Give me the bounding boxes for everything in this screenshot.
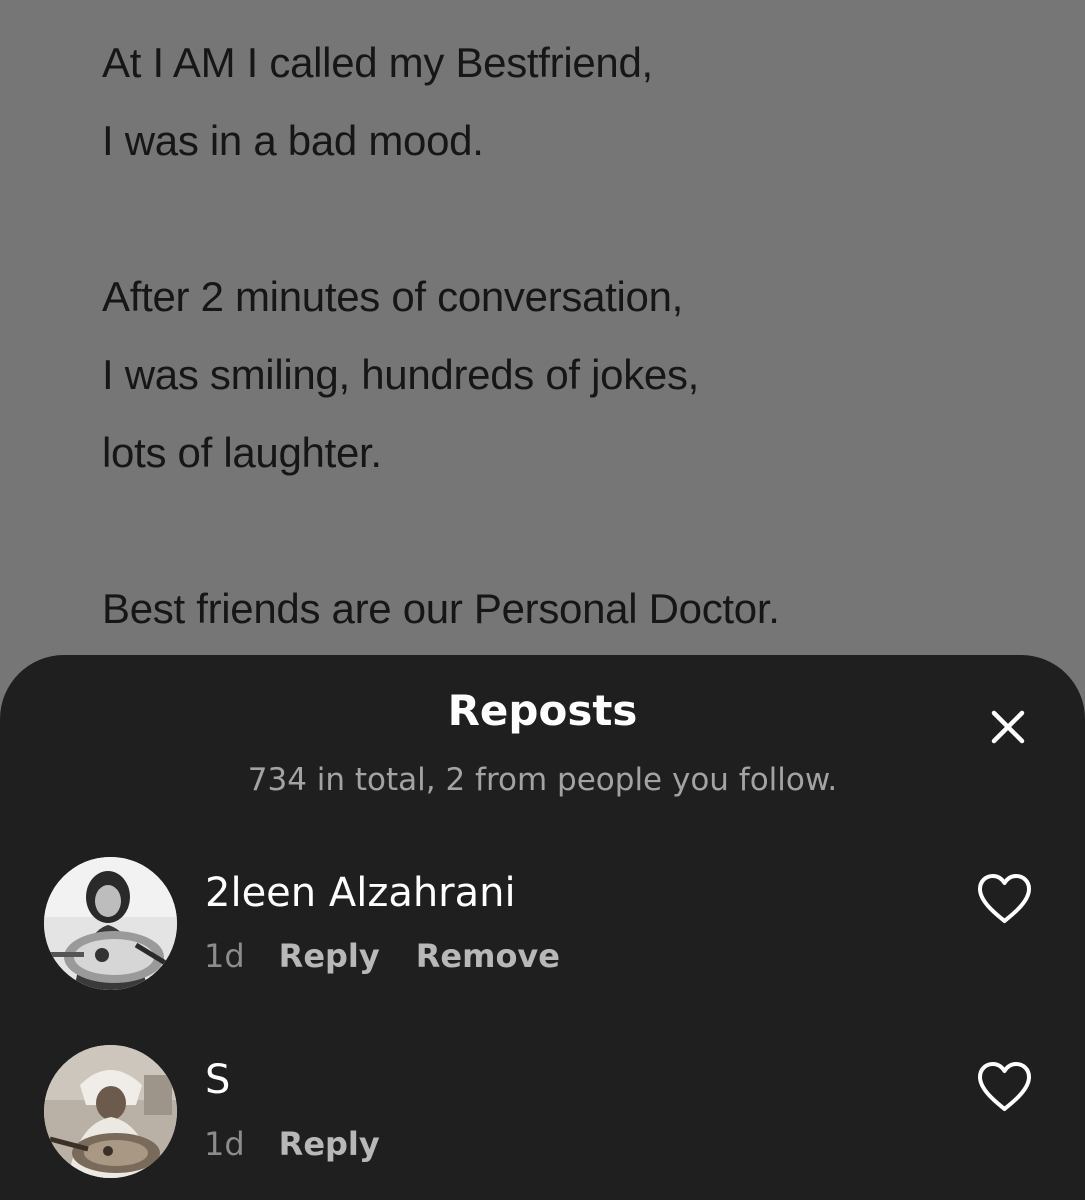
avatar[interactable] bbox=[44, 1045, 177, 1178]
sheet-title: Reposts bbox=[447, 686, 638, 735]
repost-user-name[interactable]: 2leen Alzahrani bbox=[205, 873, 516, 913]
like-button[interactable] bbox=[976, 1061, 1033, 1113]
post-text-line: Best friends are our Personal Doctor. bbox=[102, 585, 780, 632]
repost-meta: 1d Reply Remove bbox=[204, 940, 560, 972]
repost-user-name[interactable]: S bbox=[205, 1060, 230, 1100]
post-text-line: lots of laughter. bbox=[102, 429, 382, 476]
repost-time: 1d bbox=[204, 937, 245, 975]
repost-time: 1d bbox=[204, 1125, 245, 1163]
reply-button[interactable]: Reply bbox=[279, 1128, 380, 1160]
repost-meta: 1d Reply bbox=[204, 1128, 380, 1160]
post-text-line: At I AM I called my Bestfriend, bbox=[102, 39, 653, 86]
heart-outline-icon bbox=[978, 874, 1031, 923]
avatar[interactable] bbox=[44, 857, 177, 990]
post-text-line: I was in a bad mood. bbox=[102, 117, 484, 164]
avatar-photo bbox=[44, 857, 177, 990]
post-text-line: After 2 minutes of conversation, bbox=[102, 273, 684, 320]
close-icon bbox=[991, 710, 1025, 744]
heart-outline-icon bbox=[978, 1062, 1031, 1111]
avatar-photo bbox=[44, 1045, 177, 1178]
reply-button[interactable]: Reply bbox=[279, 940, 380, 972]
post-text-line: I was smiling, hundreds of jokes, bbox=[102, 351, 700, 398]
like-button[interactable] bbox=[976, 873, 1033, 925]
remove-button[interactable]: Remove bbox=[416, 940, 560, 972]
close-button[interactable] bbox=[984, 703, 1032, 751]
repost-count-summary: 734 in total, 2 from people you follow. bbox=[247, 762, 838, 798]
